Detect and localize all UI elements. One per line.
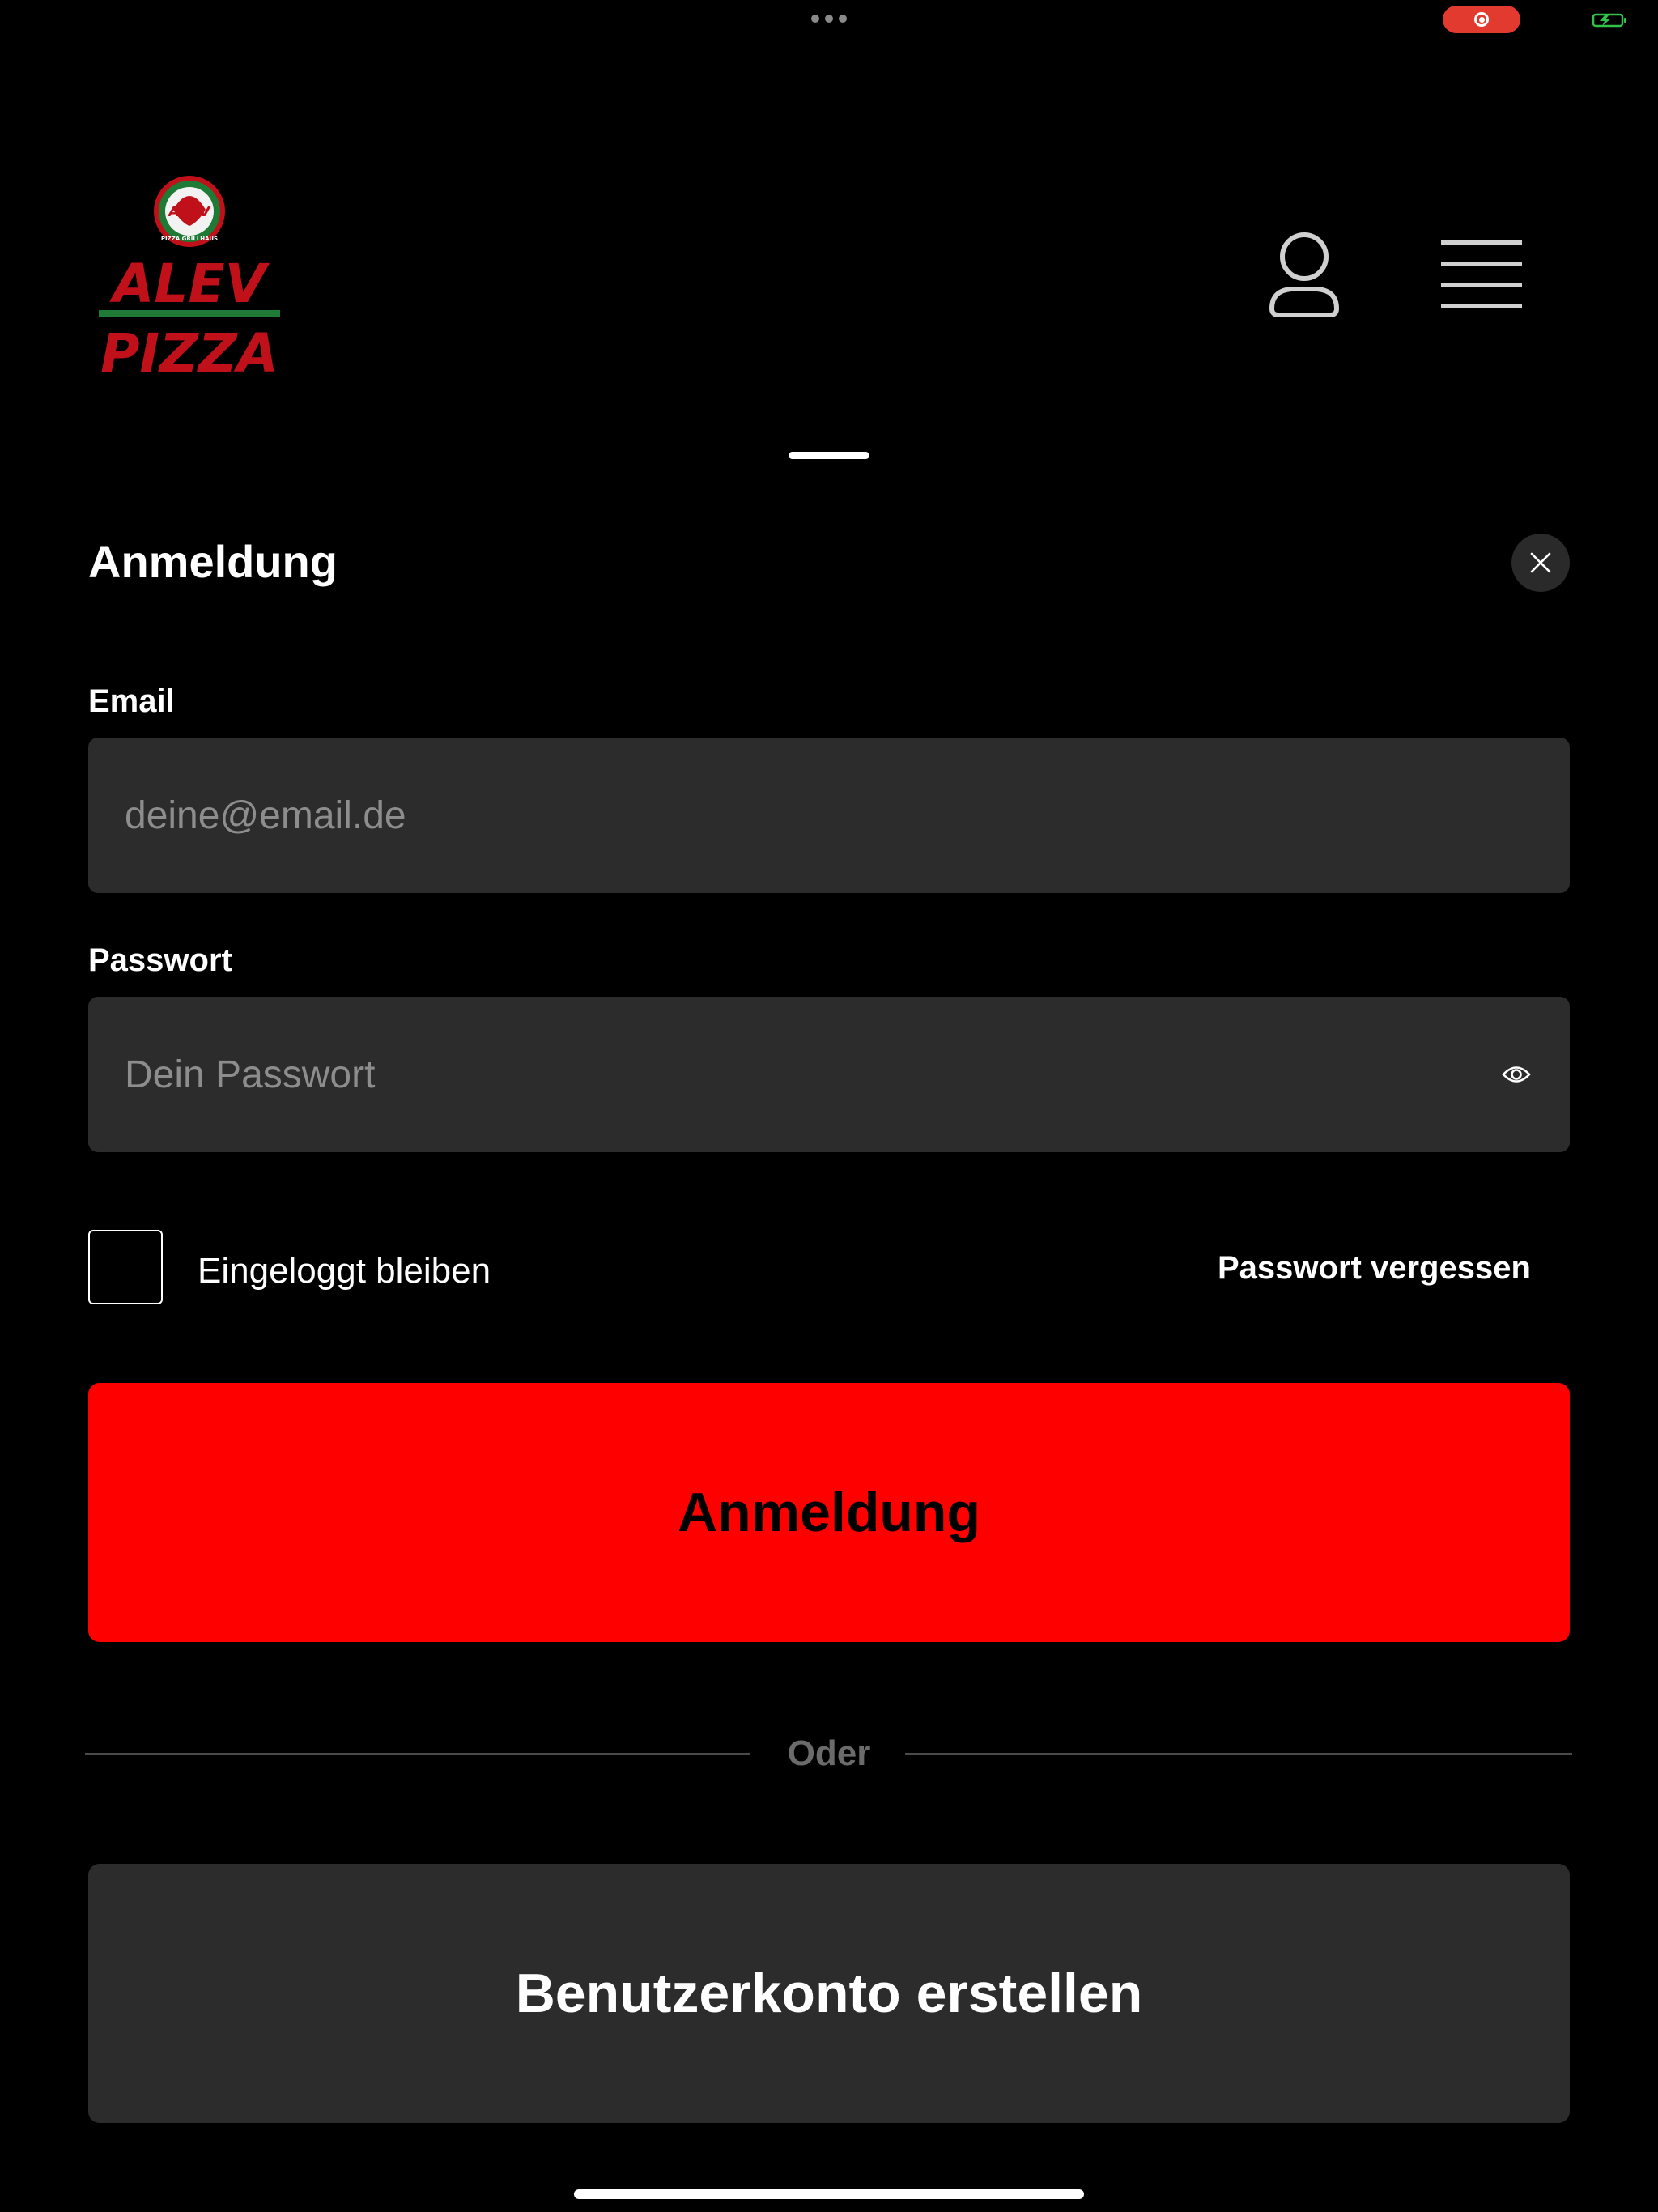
toggle-password-visibility-button[interactable] (1497, 1055, 1536, 1094)
dot (825, 15, 833, 23)
divider-label: Oder (787, 1733, 871, 1773)
dot (839, 15, 847, 23)
remember-me-label[interactable]: Eingeloggt bleiben (198, 1250, 491, 1292)
email-field[interactable] (88, 738, 1570, 893)
brand-logo[interactable]: ALEV PIZZA GRILLHAUS ALEV PIZZA (96, 174, 283, 376)
email-field-container[interactable] (88, 738, 1570, 893)
home-indicator[interactable] (574, 2189, 1084, 2199)
divider-line-right (905, 1753, 1572, 1755)
sheet-title: Anmeldung (88, 536, 338, 587)
email-label: Email (88, 683, 175, 719)
close-button[interactable] (1511, 534, 1570, 592)
password-label: Passwort (88, 942, 232, 978)
close-icon (1530, 552, 1551, 573)
logo-wordmark-line1: ALEV (108, 253, 270, 315)
screen-recording-indicator[interactable] (1443, 6, 1520, 33)
user-icon[interactable] (1267, 231, 1341, 320)
multitasking-dots[interactable] (811, 14, 847, 23)
battery-icon (1592, 13, 1626, 28)
password-field-container[interactable] (88, 997, 1570, 1152)
remember-me-checkbox[interactable] (88, 1230, 163, 1304)
eye-icon (1502, 1066, 1531, 1083)
logo-badge-subtext: PIZZA GRILLHAUS (161, 236, 218, 242)
divider-line-left (85, 1753, 750, 1755)
sheet-grabber[interactable] (789, 452, 869, 459)
record-icon (1474, 12, 1489, 27)
logo-wordmark-line2: PIZZA (100, 322, 278, 376)
hamburger-menu-icon[interactable] (1441, 239, 1522, 310)
password-field[interactable] (88, 997, 1570, 1152)
login-button[interactable]: Anmeldung (88, 1383, 1570, 1642)
forgot-password-link[interactable]: Passwort vergessen (1218, 1248, 1531, 1288)
dot (811, 15, 819, 23)
logo-badge-text: ALEV (167, 203, 212, 220)
create-account-button[interactable]: Benutzerkonto erstellen (88, 1864, 1570, 2123)
